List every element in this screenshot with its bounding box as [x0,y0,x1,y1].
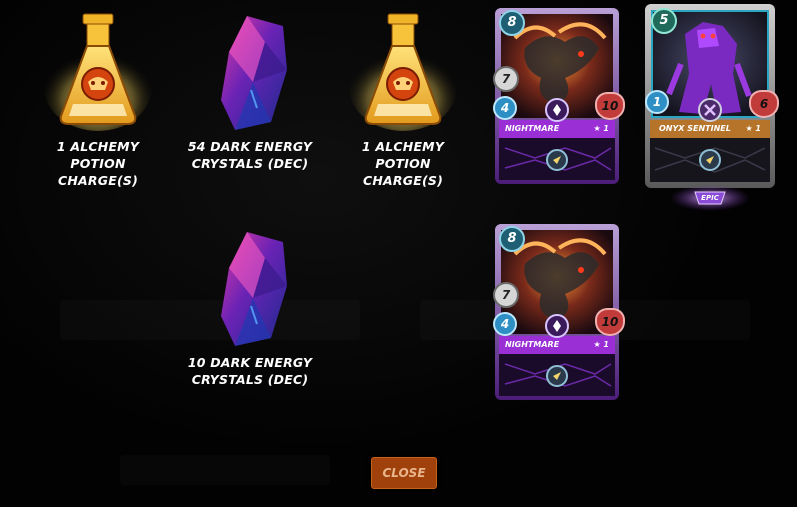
reward-caption-line: CRYSTALS (DEC) [191,156,309,171]
dark-energy-crystal-icon [195,228,305,348]
card-level: ★ 1 [593,340,609,349]
dark-energy-crystal-icon [195,12,305,132]
reward-caption-line: CHARGE(S) [58,173,138,188]
reward-item: 10 DARK ENERGY CRYSTALS (DEC) [180,228,320,388]
rarity-badge: EPIC [701,194,719,202]
reward-item: 1 ALCHEMY POTION CHARGE(S) [333,12,473,189]
reward-caption-line: CHARGE(S) [363,173,443,188]
health-stat: 10 [595,92,625,120]
reward-caption: 1 ALCHEMY POTION CHARGE(S) [333,138,473,189]
monster-card-nightmare[interactable]: 8 7 4 10 NIGHTMARE ★ 1 [493,8,625,184]
reward-caption-line: 1 ALCHEMY POTION [56,139,140,171]
card-name: NIGHTMARE [505,340,560,349]
mana-cost-badge: 5 [651,8,677,34]
card-name-bar: ONYX SENTINEL ★ 1 [653,122,767,136]
alchemy-potion-icon [43,12,153,132]
health-stat: 6 [749,90,779,118]
reward-caption-line: 10 DARK ENERGY [187,355,313,370]
reward-caption-line: 1 ALCHEMY POTION [361,139,445,171]
card-level: ★ 1 [745,124,761,133]
reward-caption-line: 54 DARK ENERGY [187,139,313,154]
mana-cost-badge: 8 [499,226,525,252]
reward-caption-line: CRYSTALS (DEC) [191,372,309,387]
close-button[interactable]: CLOSE [371,457,437,489]
mana-cost-badge: 8 [499,10,525,36]
speed-stat: 4 [493,312,517,336]
reward-item: 54 DARK ENERGY CRYSTALS (DEC) [180,12,320,172]
attack-stat: 7 [493,282,519,308]
monster-card-onyx-sentinel[interactable]: 5 1 6 ONYX SENTINEL ★ 1 EPIC [645,4,779,211]
background-decoration [120,455,330,485]
reward-caption: 10 DARK ENERGY CRYSTALS (DEC) [180,354,320,388]
speed-stat: 4 [493,96,517,120]
reward-item: 1 ALCHEMY POTION CHARGE(S) [28,12,168,189]
attack-stat: 7 [493,66,519,92]
speed-stat: 1 [645,90,669,114]
reward-caption: 1 ALCHEMY POTION CHARGE(S) [28,138,168,189]
card-name: ONYX SENTINEL [659,124,731,133]
health-stat: 10 [595,308,625,336]
card-level: ★ 1 [593,124,609,133]
card-name-bar: NIGHTMARE ★ 1 [499,122,615,136]
card-name-bar: NIGHTMARE ★ 1 [499,338,615,352]
alchemy-potion-icon [348,12,458,132]
card-name: NIGHTMARE [505,124,560,133]
reward-caption: 54 DARK ENERGY CRYSTALS (DEC) [180,138,320,172]
monster-card-nightmare[interactable]: 8 7 4 10 NIGHTMARE ★ 1 [493,224,625,400]
